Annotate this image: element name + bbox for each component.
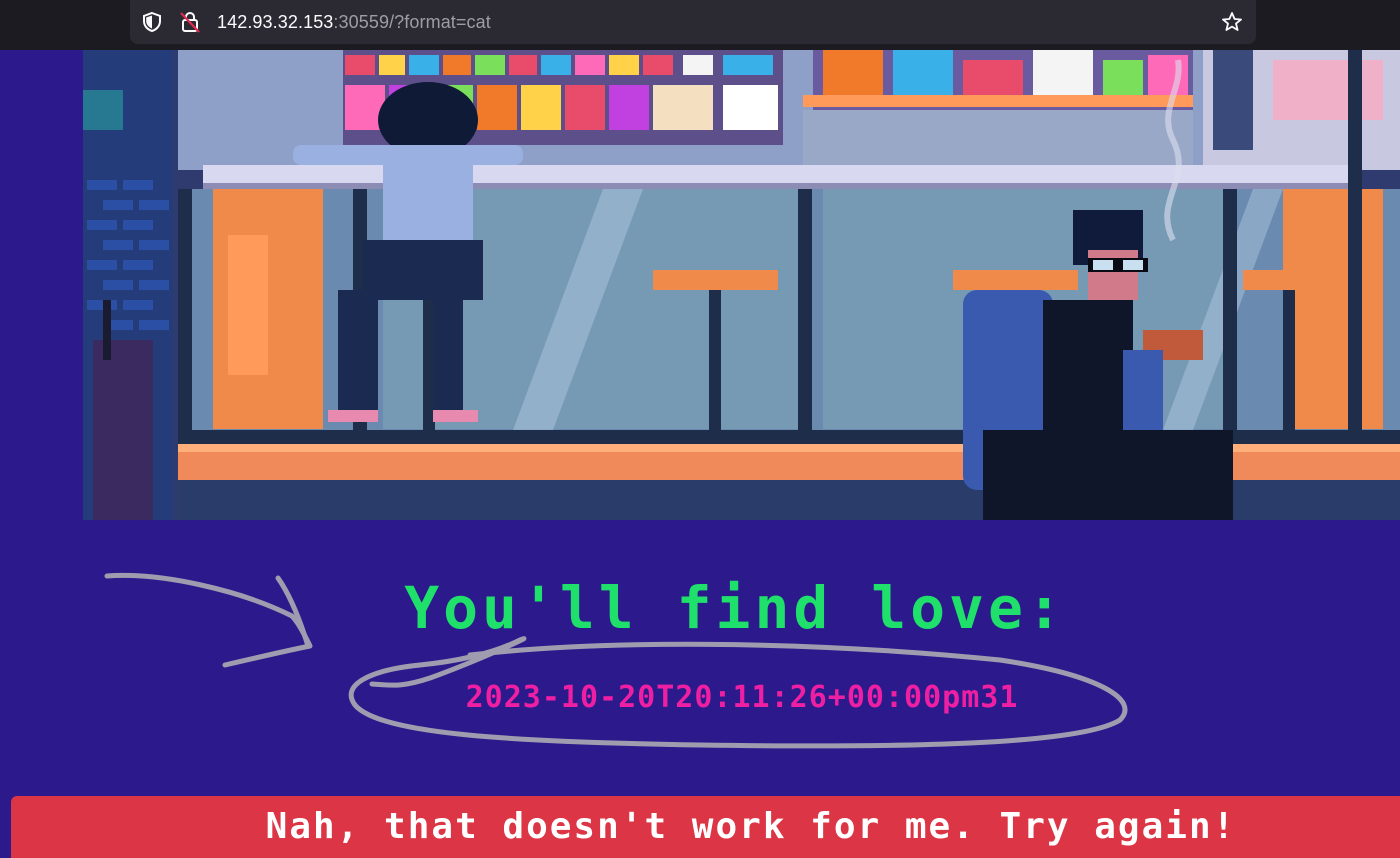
hero-image: [83, 50, 1400, 520]
bookmark-star-icon[interactable]: [1220, 10, 1244, 34]
url-bar[interactable]: 142.93.32.153:30559/?format=cat: [130, 0, 1256, 44]
pixel-art-convenience-store-scene: [83, 50, 1400, 520]
result-date: 2023-10-20T20:11:26+00:00pm31: [465, 680, 1019, 715]
insecure-lock-icon[interactable]: [178, 10, 202, 34]
url-host: 142.93.32.153: [217, 12, 334, 32]
shield-icon[interactable]: [140, 10, 164, 34]
url-path: :30559/?format=cat: [333, 12, 491, 32]
browser-toolbar: 142.93.32.153:30559/?format=cat: [0, 0, 1400, 50]
error-banner: Nah, that doesn't work for me. Try again…: [11, 796, 1400, 858]
result-title: You'll find love:: [404, 574, 1066, 642]
error-message: Nah, that doesn't work for me. Try again…: [265, 806, 1237, 847]
url-text[interactable]: 142.93.32.153:30559/?format=cat: [217, 11, 491, 33]
